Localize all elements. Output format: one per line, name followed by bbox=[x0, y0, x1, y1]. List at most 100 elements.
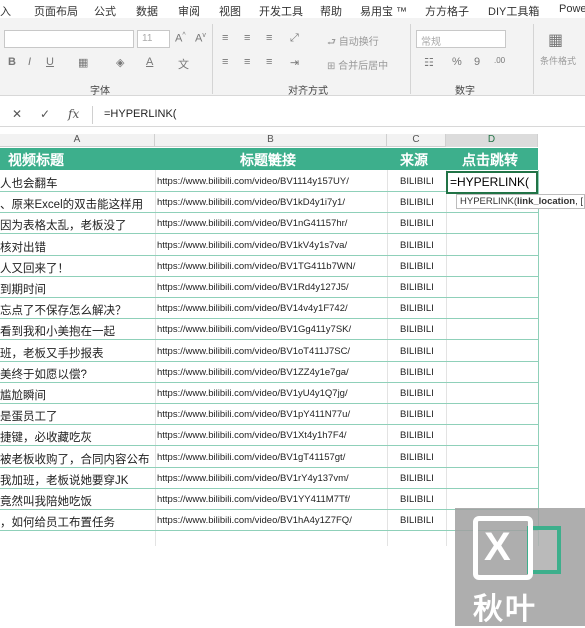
source-cell[interactable]: BILIBILI bbox=[400, 409, 434, 420]
video-title-cell[interactable]: 到期时间 bbox=[0, 281, 155, 297]
video-title-cell[interactable]: 竟然叫我陪她吃饭 bbox=[0, 493, 155, 509]
video-title-cell[interactable]: ，如何给员工布置任务 bbox=[0, 514, 155, 530]
fill-color-icon[interactable]: ◈ bbox=[116, 56, 124, 69]
underline-icon[interactable]: U bbox=[46, 56, 54, 68]
decrease-font-icon[interactable]: Av bbox=[195, 32, 206, 45]
insert-function-icon[interactable]: fx bbox=[68, 107, 79, 121]
video-title-cell[interactable]: 被老板收购了，合同内容公布 bbox=[0, 451, 155, 467]
tab-easy-bao[interactable]: 易用宝 ™ bbox=[360, 3, 407, 19]
column-header-d[interactable]: D bbox=[446, 134, 538, 147]
source-cell[interactable]: BILIBILI bbox=[400, 346, 434, 357]
video-title-cell[interactable]: 尴尬瞬间 bbox=[0, 387, 155, 403]
title-link-cell[interactable]: https://www.bilibili.com/video/BV1nG4115… bbox=[157, 218, 387, 229]
source-cell[interactable]: BILIBILI bbox=[400, 452, 434, 463]
title-link-cell[interactable]: https://www.bilibili.com/video/BV1oT411J… bbox=[157, 346, 387, 357]
header-source[interactable]: 来源 bbox=[400, 150, 428, 170]
title-link-cell[interactable]: https://www.bilibili.com/video/BV1Rd4y12… bbox=[157, 282, 387, 293]
column-header-c[interactable]: C bbox=[387, 134, 446, 147]
tab-help[interactable]: 帮助 bbox=[320, 3, 342, 19]
percent-icon[interactable]: % bbox=[452, 56, 462, 68]
conditional-format-label[interactable]: 条件格式 bbox=[540, 54, 576, 67]
title-link-cell[interactable]: https://www.bilibili.com/video/BV1kV4y1s… bbox=[157, 240, 387, 251]
title-link-cell[interactable]: https://www.bilibili.com/video/BV1pY411N… bbox=[157, 409, 387, 420]
video-title-cell[interactable]: 人又回来了！ bbox=[0, 260, 155, 276]
tooltip-arg[interactable]: link_location bbox=[517, 196, 575, 207]
video-title-cell[interactable]: 我加班，老板说她要穿JK bbox=[0, 472, 155, 488]
title-link-cell[interactable]: https://www.bilibili.com/video/BV1hA4y1Z… bbox=[157, 515, 387, 526]
title-link-cell[interactable]: https://www.bilibili.com/video/BV1114y15… bbox=[157, 176, 387, 187]
title-link-cell[interactable]: https://www.bilibili.com/video/BV1Gg411y… bbox=[157, 324, 387, 335]
comma-icon[interactable]: 9 bbox=[474, 56, 480, 68]
number-format-box[interactable]: 常规 bbox=[416, 30, 506, 48]
column-header-b[interactable]: B bbox=[155, 134, 387, 147]
tab-view[interactable]: 视图 bbox=[219, 3, 241, 19]
source-cell[interactable]: BILIBILI bbox=[400, 430, 434, 441]
increase-font-icon[interactable]: A^ bbox=[175, 32, 186, 45]
source-cell[interactable]: BILIBILI bbox=[400, 240, 434, 251]
formula-input[interactable]: =HYPERLINK( bbox=[104, 108, 176, 120]
video-title-cell[interactable]: 忘点了不保存怎么解决？ bbox=[0, 302, 155, 318]
phonetic-icon[interactable]: 文 bbox=[178, 56, 189, 72]
header-click-jump[interactable]: 点击跳转 bbox=[462, 150, 518, 170]
video-title-cell[interactable]: 因为表格太乱，老板没了 bbox=[0, 217, 155, 233]
source-cell[interactable]: BILIBILI bbox=[400, 197, 434, 208]
align-right-icon[interactable]: ≡ bbox=[266, 56, 272, 68]
merge-center-button[interactable]: ⊞ 合并后居中 bbox=[327, 57, 388, 72]
title-link-cell[interactable]: https://www.bilibili.com/video/BV14v4y1F… bbox=[157, 303, 387, 314]
title-link-cell[interactable]: https://www.bilibili.com/video/BV1YY411M… bbox=[157, 494, 387, 505]
orientation-icon[interactable]: ⤢ bbox=[290, 32, 299, 45]
tooltip-function[interactable]: HYPERLINK( bbox=[460, 196, 517, 207]
video-title-cell[interactable]: 班，老板又手抄报表 bbox=[0, 345, 155, 361]
tab-page-layout[interactable]: 页面布局 bbox=[34, 3, 78, 19]
confirm-icon[interactable]: ✓ bbox=[40, 107, 50, 121]
cancel-icon[interactable]: ✕ bbox=[12, 107, 22, 121]
source-cell[interactable]: BILIBILI bbox=[400, 473, 434, 484]
source-cell[interactable]: BILIBILI bbox=[400, 176, 434, 187]
title-link-cell[interactable]: https://www.bilibili.com/video/BV1yU4y1Q… bbox=[157, 388, 387, 399]
video-title-cell[interactable]: 、原来Excel的双击能这样用 bbox=[0, 196, 155, 212]
source-cell[interactable]: BILIBILI bbox=[400, 282, 434, 293]
font-color-icon[interactable]: A bbox=[146, 56, 153, 68]
title-link-cell[interactable]: https://www.bilibili.com/video/BV1ZZ4y1e… bbox=[157, 367, 387, 378]
currency-icon[interactable]: ☷ bbox=[424, 56, 434, 69]
active-edit-cell[interactable]: =HYPERLINK( bbox=[446, 171, 538, 194]
font-name-box[interactable] bbox=[4, 30, 134, 48]
align-middle-icon[interactable]: ≡ bbox=[244, 32, 250, 44]
video-title-cell[interactable]: 看到我和小美抱在一起 bbox=[0, 323, 155, 339]
tab-formulas[interactable]: 公式 bbox=[94, 3, 116, 19]
tab-review[interactable]: 审阅 bbox=[178, 3, 200, 19]
tab-power[interactable]: Powe bbox=[559, 3, 585, 15]
source-cell[interactable]: BILIBILI bbox=[400, 261, 434, 272]
video-title-cell[interactable]: 人也会翻车 bbox=[0, 175, 155, 191]
title-link-cell[interactable]: https://www.bilibili.com/video/BV1TG411b… bbox=[157, 261, 387, 272]
source-cell[interactable]: BILIBILI bbox=[400, 218, 434, 229]
title-link-cell[interactable]: https://www.bilibili.com/video/BV1rY4y13… bbox=[157, 473, 387, 484]
border-icon[interactable]: ▦ bbox=[78, 56, 88, 69]
bold-icon[interactable]: B bbox=[8, 56, 16, 68]
title-link-cell[interactable]: https://www.bilibili.com/video/BV1kD4y1i… bbox=[157, 197, 387, 208]
tab-developer[interactable]: 开发工具 bbox=[259, 3, 303, 19]
source-cell[interactable]: BILIBILI bbox=[400, 494, 434, 505]
align-center-icon[interactable]: ≡ bbox=[244, 56, 250, 68]
source-cell[interactable]: BILIBILI bbox=[400, 324, 434, 335]
italic-icon[interactable]: I bbox=[28, 56, 31, 68]
tab-data[interactable]: 数据 bbox=[136, 3, 158, 19]
tab-fangfang[interactable]: 方方格子 bbox=[425, 3, 469, 19]
header-video-title[interactable]: 视频标题 bbox=[8, 150, 64, 170]
align-left-icon[interactable]: ≡ bbox=[222, 56, 228, 68]
source-cell[interactable]: BILIBILI bbox=[400, 367, 434, 378]
source-cell[interactable]: BILIBILI bbox=[400, 303, 434, 314]
wrap-text-button[interactable]: ⮐ 自动换行 bbox=[327, 33, 379, 52]
title-link-cell[interactable]: https://www.bilibili.com/video/BV1Xt4y1h… bbox=[157, 430, 387, 441]
decimal-icon[interactable]: .00 bbox=[494, 56, 505, 65]
video-title-cell[interactable]: 核对出错 bbox=[0, 239, 155, 255]
video-title-cell[interactable]: 美终于如愿以偿? bbox=[0, 366, 155, 382]
align-top-icon[interactable]: ≡ bbox=[222, 32, 228, 44]
conditional-format-icon[interactable]: ▦ bbox=[548, 30, 563, 50]
title-link-cell[interactable]: https://www.bilibili.com/video/BV1gT4115… bbox=[157, 452, 387, 463]
video-title-cell[interactable]: 是蛋员工了 bbox=[0, 408, 155, 424]
tab-diy-toolbox[interactable]: DIY工具箱 bbox=[488, 3, 539, 19]
font-size-box[interactable]: 11 bbox=[137, 30, 170, 48]
source-cell[interactable]: BILIBILI bbox=[400, 388, 434, 399]
indent-icon[interactable]: ⇥ bbox=[290, 56, 299, 69]
